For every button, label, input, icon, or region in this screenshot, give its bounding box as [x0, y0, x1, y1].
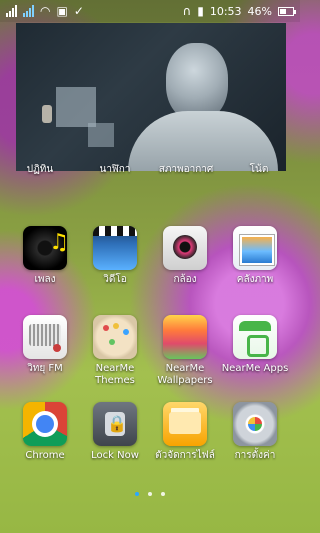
app-label: เพลง	[34, 274, 56, 285]
app-nearme-wallpapers[interactable]: NearMe Wallpapers	[149, 315, 221, 386]
lock-icon	[93, 402, 137, 446]
label-notes[interactable]: โน้ต	[223, 162, 295, 177]
app-label: NearMe Themes	[95, 363, 135, 386]
app-nearme-themes[interactable]: NearMe Themes	[79, 315, 151, 386]
status-time: 10:53	[209, 4, 242, 18]
wifi-icon: ◠	[40, 4, 51, 18]
app-gallery[interactable]: คลังภาพ	[219, 226, 291, 296]
app-label: NearMe Wallpapers	[157, 363, 213, 386]
page-dot-active	[135, 492, 139, 496]
vibrate-icon: ▮	[197, 4, 204, 18]
nearme-apps-icon	[233, 315, 277, 359]
label-weather[interactable]: สภาพอากาศ	[150, 162, 222, 177]
page-dot	[148, 492, 152, 496]
themes-icon	[93, 315, 137, 359]
app-fm-radio[interactable]: วิทยุ FM	[9, 315, 81, 385]
app-label: คลังภาพ	[236, 274, 274, 285]
wallpapers-icon	[163, 315, 207, 359]
music-icon: ♫	[23, 226, 69, 270]
video-window-2	[88, 123, 114, 147]
status-bar: ◠ ▣ ✓ ∩ ▮ 10:53 46%	[0, 0, 300, 22]
app-label: ตัวจัดการไฟล์	[155, 450, 215, 461]
video-lamp	[42, 105, 52, 123]
video-icon	[93, 226, 137, 270]
signal-sim2-icon	[23, 5, 34, 17]
clipboard-check-icon: ✓	[73, 4, 84, 18]
page-dot	[161, 492, 165, 496]
status-bar-right: ∩ ▮ 10:53 46%	[182, 4, 296, 18]
chrome-icon	[23, 402, 67, 446]
app-camera[interactable]: กล้อง	[149, 226, 221, 296]
app-label: Lock Now	[91, 450, 139, 461]
folder-icon	[163, 402, 207, 446]
app-lock-now[interactable]: Lock Now	[79, 402, 151, 472]
page-indicator[interactable]	[0, 492, 300, 502]
floating-video-player[interactable]	[16, 23, 286, 171]
gallery-icon	[233, 226, 277, 270]
music-note-icon: ♫	[49, 230, 69, 255]
app-label: วิทยุ FM	[27, 363, 63, 374]
app-label: วิดีโอ	[103, 274, 127, 285]
battery-fill	[280, 8, 286, 14]
signal-sim1-icon	[6, 5, 17, 17]
radio-icon	[23, 315, 67, 359]
video-person-face	[166, 43, 228, 121]
app-chrome[interactable]: Chrome	[9, 402, 81, 472]
app-video[interactable]: วิดีโอ	[79, 226, 151, 296]
status-bar-left: ◠ ▣ ✓	[6, 5, 84, 17]
label-calendar[interactable]: ปฏิทิน	[4, 162, 76, 177]
image-notification-icon: ▣	[56, 4, 68, 18]
battery-icon	[278, 6, 296, 16]
app-file-manager[interactable]: ตัวจัดการไฟล์	[149, 402, 221, 472]
video-window	[56, 87, 96, 127]
app-label: กล้อง	[173, 274, 197, 285]
headset-icon: ∩	[182, 4, 192, 18]
app-label: NearMe Apps	[221, 363, 289, 374]
app-label: Chrome	[25, 450, 65, 461]
camera-icon	[163, 226, 207, 270]
app-nearme-apps[interactable]: NearMe Apps	[219, 315, 291, 385]
top-row-labels: ปฏิทิน นาฬิกา สภาพอากาศ โน้ต	[0, 162, 300, 184]
battery-percent: 46%	[247, 4, 272, 18]
app-music[interactable]: ♫ เพลง	[9, 226, 81, 296]
app-settings[interactable]: การตั้งค่า	[219, 402, 291, 472]
label-clock[interactable]: นาฬิกา	[79, 162, 151, 177]
app-label: การตั้งค่า	[234, 450, 276, 461]
gear-icon	[233, 402, 277, 446]
